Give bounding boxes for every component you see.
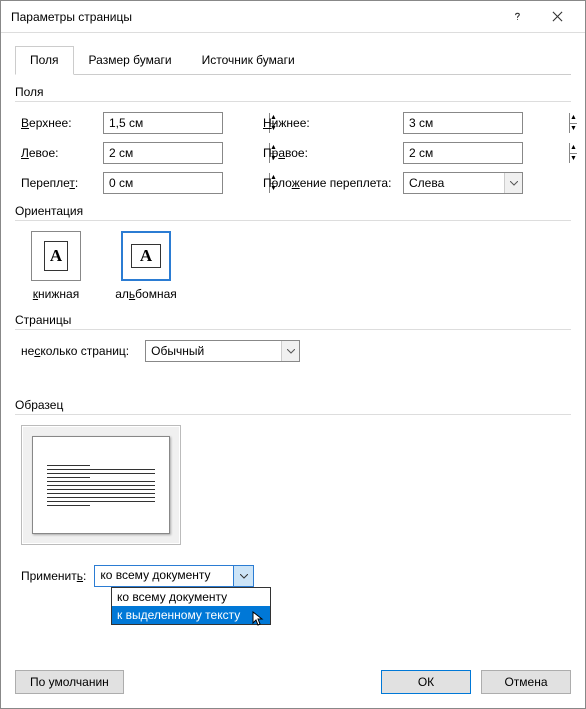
top-margin-label: Верхнее: [21, 116, 103, 130]
apply-option-whole-doc[interactable]: ко всему документу [112, 588, 270, 606]
spin-down-icon[interactable]: ▼ [570, 124, 577, 134]
pages-group-label: Страницы [15, 313, 571, 327]
apply-to-dropdown: ко всему документу к выделенному тексту [111, 587, 271, 625]
sample-preview [21, 425, 565, 545]
spin-down-icon[interactable]: ▼ [570, 154, 577, 164]
set-default-button[interactable]: По умолчанин [15, 670, 124, 694]
portrait-icon: A [31, 231, 81, 281]
right-margin-label: Правое: [263, 146, 403, 160]
divider [15, 101, 571, 102]
help-icon [512, 11, 523, 22]
cancel-button[interactable]: Отмена [481, 670, 571, 694]
landscape-label: альбомная [115, 287, 177, 301]
orientation-options: A книжная A альбомная [21, 231, 565, 301]
bottom-margin-label: Нижнее: [263, 116, 403, 130]
spin-up-icon[interactable]: ▲ [570, 143, 577, 154]
divider [15, 414, 571, 415]
landscape-icon: A [121, 231, 171, 281]
margins-group-label: Поля [15, 85, 571, 99]
divider [15, 220, 571, 221]
multiple-pages-label: несколько страниц: [21, 344, 129, 358]
apply-to-select[interactable]: ко всему документу [94, 565, 254, 587]
multiple-pages-select[interactable]: Обычный [145, 340, 300, 362]
help-button[interactable] [497, 2, 537, 32]
tab-bar: Поля Размер бумаги Источник бумаги [15, 45, 571, 75]
page-preview-icon [32, 436, 170, 534]
dialog-footer: По умолчанин ОК Отмена [15, 670, 571, 694]
page-setup-dialog: Параметры страницы Поля Размер бумаги Ис… [0, 0, 586, 709]
gutter-input[interactable]: ▲▼ [103, 172, 223, 194]
orientation-portrait[interactable]: A книжная [21, 231, 91, 301]
apply-to-label: Применить: [21, 569, 86, 583]
chevron-down-icon [281, 341, 299, 361]
gutter-label: Переплет: [21, 176, 103, 190]
left-margin-label: Левое: [21, 146, 103, 160]
divider [15, 329, 571, 330]
tab-paper-size[interactable]: Размер бумаги [74, 46, 187, 75]
window-title: Параметры страницы [11, 10, 497, 24]
ok-button[interactable]: ОК [381, 670, 471, 694]
portrait-label: книжная [33, 287, 79, 301]
orientation-group-label: Ориентация [15, 204, 571, 218]
apply-option-selected-text[interactable]: к выделенному тексту [112, 606, 270, 624]
orientation-landscape[interactable]: A альбомная [111, 231, 181, 301]
left-margin-input[interactable]: ▲▼ [103, 142, 223, 164]
sample-group-label: Образец [15, 398, 571, 412]
top-margin-input[interactable]: ▲▼ [103, 112, 223, 134]
apply-to-row: Применить: ко всему документу ко всему д… [21, 565, 565, 587]
gutter-position-label: Положение переплета: [263, 176, 403, 190]
spin-up-icon[interactable]: ▲ [570, 113, 577, 124]
chevron-down-icon [233, 566, 253, 586]
titlebar: Параметры страницы [1, 1, 585, 33]
close-button[interactable] [537, 2, 577, 32]
tab-margins[interactable]: Поля [15, 46, 74, 75]
gutter-position-select[interactable]: Слева [403, 172, 523, 194]
close-icon [552, 11, 563, 22]
chevron-down-icon [504, 173, 522, 193]
tab-paper-source[interactable]: Источник бумаги [187, 46, 310, 75]
bottom-margin-input[interactable]: ▲▼ [403, 112, 523, 134]
right-margin-input[interactable]: ▲▼ [403, 142, 523, 164]
margins-fields: Верхнее: ▲▼ Нижнее: ▲▼ Левое: ▲▼ Правое:… [21, 112, 565, 194]
